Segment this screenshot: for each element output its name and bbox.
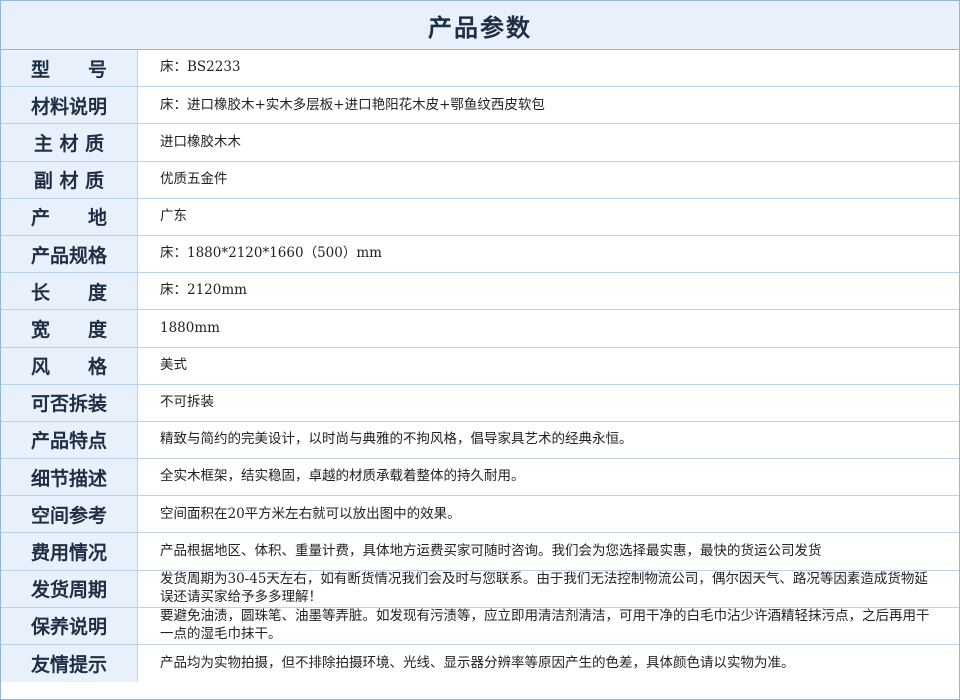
table-row: 产品规格 床：1880*2120*1660（500）mm xyxy=(1,235,959,274)
table-row: 空间参考 空间面积在20平方米左右就可以放出图中的效果。 xyxy=(1,496,959,534)
row-label: 细节描述 xyxy=(1,459,138,496)
row-value: 床：BS2233 xyxy=(138,50,959,86)
row-value-text: 产品根据地区、体积、重量计费，具体地方运费买家可随时咨询。我们会为您选择最实惠，… xyxy=(160,542,822,559)
table-row: 发货周期 发货周期为30-45天左右，如有断货情况我们会及时与您联系。由于我们无法… xyxy=(1,570,959,608)
row-value: 空间面积在20平方米左右就可以放出图中的效果。 xyxy=(138,496,959,532)
row-value: 要避免油渍，圆珠笔、油墨等弄脏。如发现有污渍等，应立即用清洁剂清洁，可用干净的白… xyxy=(138,608,959,644)
row-label-text: 产品规格 xyxy=(30,244,107,267)
row-label: 发货周期 xyxy=(1,570,138,607)
table-row: 型 号 床：BS2233 xyxy=(1,50,959,88)
product-parameters-table: 产品参数 型 号 床：BS2233 材料说明 床：进口橡胶木+实木多层板+进口艳阳花木… xyxy=(0,0,960,700)
row-value-text: 床：进口橡胶木+实木多层板+进口艳阳花木皮+鄂鱼纹西皮软包 xyxy=(160,96,545,113)
table-row: 友情提示 产品均为实物拍摄，但不排除拍摄环境、光线、显示器分辨率等原因产生的色差，… xyxy=(1,645,959,683)
row-value: 美式 xyxy=(138,348,959,384)
row-label-text: 保养说明 xyxy=(30,616,107,639)
row-label: 费用情况 xyxy=(1,533,138,570)
row-value-text: 产品均为实物拍摄，但不排除拍摄环境、光线、显示器分辨率等原因产生的色差，具体颜色… xyxy=(160,654,795,671)
row-value: 进口橡胶木木 xyxy=(138,124,959,160)
row-value: 不可拆装 xyxy=(138,385,959,421)
row-value-text: 精致与简约的完美设计，以时尚与典雅的不拘风格，倡导家具艺术的经典永恒。 xyxy=(160,431,633,448)
row-label: 保养说明 xyxy=(1,607,138,644)
row-label: 材料说明 xyxy=(1,87,138,124)
row-value: 1880mm xyxy=(138,310,959,346)
row-value: 产品均为实物拍摄，但不排除拍摄环境、光线、显示器分辨率等原因产生的色差，具体颜色… xyxy=(138,645,959,682)
row-label-text: 可否拆装 xyxy=(30,393,107,416)
row-value-text: 要避免油渍，圆珠笔、油墨等弄脏。如发现有污渍等，应立即用清洁剂清洁，可用干净的白… xyxy=(160,608,930,642)
table-row: 主 材 质 进口橡胶木木 xyxy=(1,124,959,162)
row-value: 发货周期为30-45天左右，如有断货情况我们会及时与您联系。由于我们无法控制物流… xyxy=(138,571,959,607)
row-label-text: 主 材 质 xyxy=(33,132,105,155)
row-value-text: 广东 xyxy=(160,208,187,225)
row-value: 全实木框架，结实稳固，卓越的材质承载着整体的持久耐用。 xyxy=(138,459,959,495)
table-row: 长 度 床：2120mm xyxy=(1,273,959,311)
row-label: 型 号 xyxy=(1,50,138,87)
row-label-text: 产 地 xyxy=(30,207,107,230)
table-row: 细节描述 全实木框架，结实稳固，卓越的材质承载着整体的持久耐用。 xyxy=(1,459,959,497)
row-label-text: 长 度 xyxy=(30,281,107,304)
row-label: 友情提示 xyxy=(1,645,138,683)
row-value-text: 发货周期为30-45天左右，如有断货情况我们会及时与您联系。由于我们无法控制物流… xyxy=(160,571,928,605)
row-label: 空间参考 xyxy=(1,496,138,533)
row-value: 广东 xyxy=(138,199,959,235)
row-value-text: 床：BS2233 xyxy=(160,59,241,76)
row-label: 副 材 质 xyxy=(1,161,138,198)
row-label: 主 材 质 xyxy=(1,124,138,161)
row-label-text: 副 材 质 xyxy=(33,170,105,193)
row-label-text: 发货周期 xyxy=(30,579,107,602)
row-label: 产品规格 xyxy=(1,235,138,273)
row-value: 床：进口橡胶木+实木多层板+进口艳阳花木皮+鄂鱼纹西皮软包 xyxy=(138,87,959,123)
row-label-text: 型 号 xyxy=(30,58,107,81)
parameter-rows: 型 号 床：BS2233 材料说明 床：进口橡胶木+实木多层板+进口艳阳花木皮+鄂鱼纹… xyxy=(1,50,959,683)
row-value-text: 优质五金件 xyxy=(160,170,228,187)
table-row: 保养说明 要避免油渍，圆珠笔、油墨等弄脏。如发现有污渍等，应立即用清洁剂清洁，可用… xyxy=(1,607,959,645)
row-value: 床：1880*2120*1660（500）mm xyxy=(138,236,959,272)
row-value: 优质五金件 xyxy=(138,162,959,198)
page-title: 产品参数 xyxy=(428,13,532,42)
row-label-text: 友情提示 xyxy=(30,654,107,677)
header-bar: 产品参数 xyxy=(1,1,959,50)
row-label: 宽 度 xyxy=(1,310,138,347)
row-label-text: 材料说明 xyxy=(30,95,107,118)
table-row: 副 材 质 优质五金件 xyxy=(1,161,959,199)
table-row: 产 地 广东 xyxy=(1,198,959,236)
table-row: 产品特点 精致与简约的完美设计，以时尚与典雅的不拘风格，倡导家具艺术的经典永恒。 xyxy=(1,421,959,460)
row-label: 风 格 xyxy=(1,347,138,384)
row-label-text: 产品特点 xyxy=(30,430,107,453)
row-value: 床：2120mm xyxy=(138,273,959,309)
row-label-text: 费用情况 xyxy=(30,542,107,565)
row-label-text: 空间参考 xyxy=(30,504,107,527)
row-label: 长 度 xyxy=(1,273,138,310)
row-label: 产 地 xyxy=(1,198,138,235)
row-value-text: 床：2120mm xyxy=(160,282,247,299)
table-row: 可否拆装 不可拆装 xyxy=(1,384,959,422)
row-value: 产品根据地区、体积、重量计费，具体地方运费买家可随时咨询。我们会为您选择最实惠，… xyxy=(138,533,959,569)
row-label: 可否拆装 xyxy=(1,384,138,421)
row-value-text: 美式 xyxy=(160,356,187,373)
table-row: 费用情况 产品根据地区、体积、重量计费，具体地方运费买家可随时咨询。我们会为您选择… xyxy=(1,533,959,571)
table-row: 风 格 美式 xyxy=(1,347,959,385)
table-row: 材料说明 床：进口橡胶木+实木多层板+进口艳阳花木皮+鄂鱼纹西皮软包 xyxy=(1,87,959,125)
row-value-text: 不可拆装 xyxy=(160,394,214,410)
row-label-text: 细节描述 xyxy=(30,467,107,490)
row-value-text: 1880mm xyxy=(160,319,220,336)
row-value-text: 进口橡胶木木 xyxy=(160,133,241,150)
row-label: 产品特点 xyxy=(1,421,138,459)
row-value: 精致与简约的完美设计，以时尚与典雅的不拘风格，倡导家具艺术的经典永恒。 xyxy=(138,422,959,458)
row-value-text: 全实木框架，结实稳固，卓越的材质承载着整体的持久耐用。 xyxy=(160,468,525,485)
table-row: 宽 度 1880mm xyxy=(1,310,959,348)
row-label-text: 风 格 xyxy=(30,356,107,379)
row-value-text: 空间面积在20平方米左右就可以放出图中的效果。 xyxy=(160,505,461,522)
row-value-text: 床：1880*2120*1660（500）mm xyxy=(160,245,382,262)
row-label-text: 宽 度 xyxy=(30,318,107,341)
